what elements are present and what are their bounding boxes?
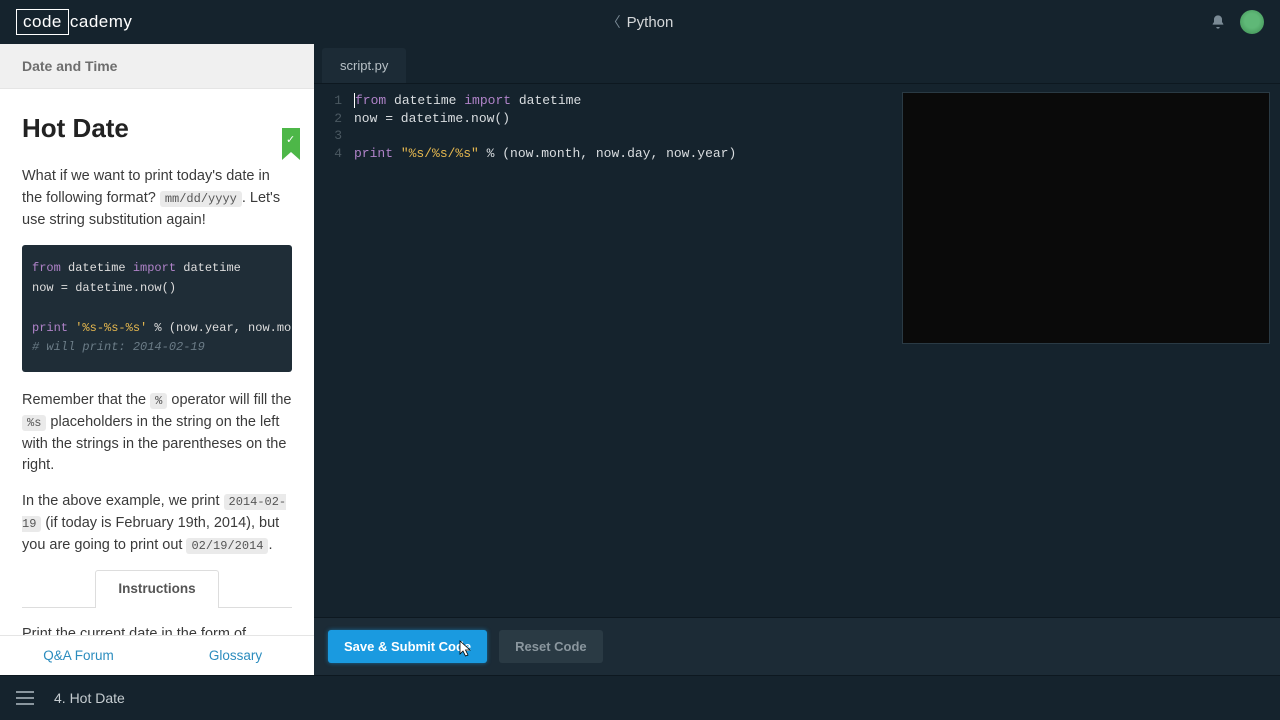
line-number: 1 [314, 92, 354, 110]
inline-code: % [150, 393, 167, 409]
check-icon: ✓ [286, 133, 295, 146]
glossary-link[interactable]: Glossary [157, 648, 314, 663]
editor-line: 1 from datetime import datetime [314, 92, 902, 110]
bookmark-badge: ✓ [282, 128, 300, 152]
line-number: 2 [314, 110, 354, 128]
editor-tab[interactable]: script.py [322, 48, 406, 83]
logo-text: cademy [70, 12, 133, 32]
lesson-content: Hot Date What if we want to print today'… [0, 89, 314, 635]
action-bar: Save & Submit Code Reset Code [314, 617, 1280, 675]
editor-line: 2 now = datetime.now() [314, 110, 902, 128]
inline-code: mm/dd/yyyy [160, 191, 242, 207]
lesson-title: Hot Date [22, 109, 292, 148]
qa-forum-link[interactable]: Q&A Forum [0, 648, 157, 663]
lesson-section-header: Date and Time [0, 44, 314, 89]
lesson-panel: Date and Time ✓ Hot Date What if we want… [0, 44, 314, 675]
output-panel [902, 92, 1270, 344]
avatar[interactable] [1240, 10, 1264, 34]
editor-line: 4 print "%s/%s/%s" % (now.month, now.day… [314, 145, 902, 163]
editor-line: 3 [314, 127, 902, 145]
editor-tabs: script.py [314, 44, 1280, 84]
course-title: Python [627, 14, 674, 31]
exercise-title: 4. Hot Date [54, 690, 125, 706]
logo[interactable]: codecademy [16, 9, 132, 35]
notification-bell-icon[interactable] [1210, 14, 1226, 30]
lesson-footer: Q&A Forum Glossary [0, 635, 314, 675]
reset-code-button[interactable]: Reset Code [499, 630, 603, 663]
instructions-tab: Instructions [22, 570, 292, 607]
menu-icon[interactable] [16, 691, 34, 705]
line-number: 3 [314, 127, 354, 145]
lesson-paragraph: What if we want to print today's date in… [22, 166, 292, 231]
lesson-paragraph: In the above example, we print 2014-02-1… [22, 491, 292, 556]
inline-code: 02/19/2014 [186, 538, 268, 554]
bottom-bar: 4. Hot Date [0, 675, 1280, 720]
logo-box: code [16, 9, 69, 35]
code-editor[interactable]: 1 from datetime import datetime 2 now = … [314, 84, 902, 617]
top-bar: codecademy 〈 Python [0, 0, 1280, 44]
instructions-section: Print the current date in the form of [22, 607, 292, 635]
instructions-label[interactable]: Instructions [95, 570, 218, 607]
line-number: 4 [314, 145, 354, 163]
lesson-paragraph: Remember that the % operator will fill t… [22, 390, 292, 477]
inline-code: %s [22, 415, 46, 431]
save-submit-button[interactable]: Save & Submit Code [328, 630, 487, 663]
instructions-text: Print the current date in the form of [22, 624, 292, 635]
workspace: script.py 1 from datetime import datetim… [314, 44, 1280, 675]
chevron-left-icon[interactable]: 〈 [607, 12, 621, 32]
example-code-block: from datetime import datetime now = date… [22, 245, 292, 372]
course-nav[interactable]: 〈 Python [607, 12, 674, 32]
